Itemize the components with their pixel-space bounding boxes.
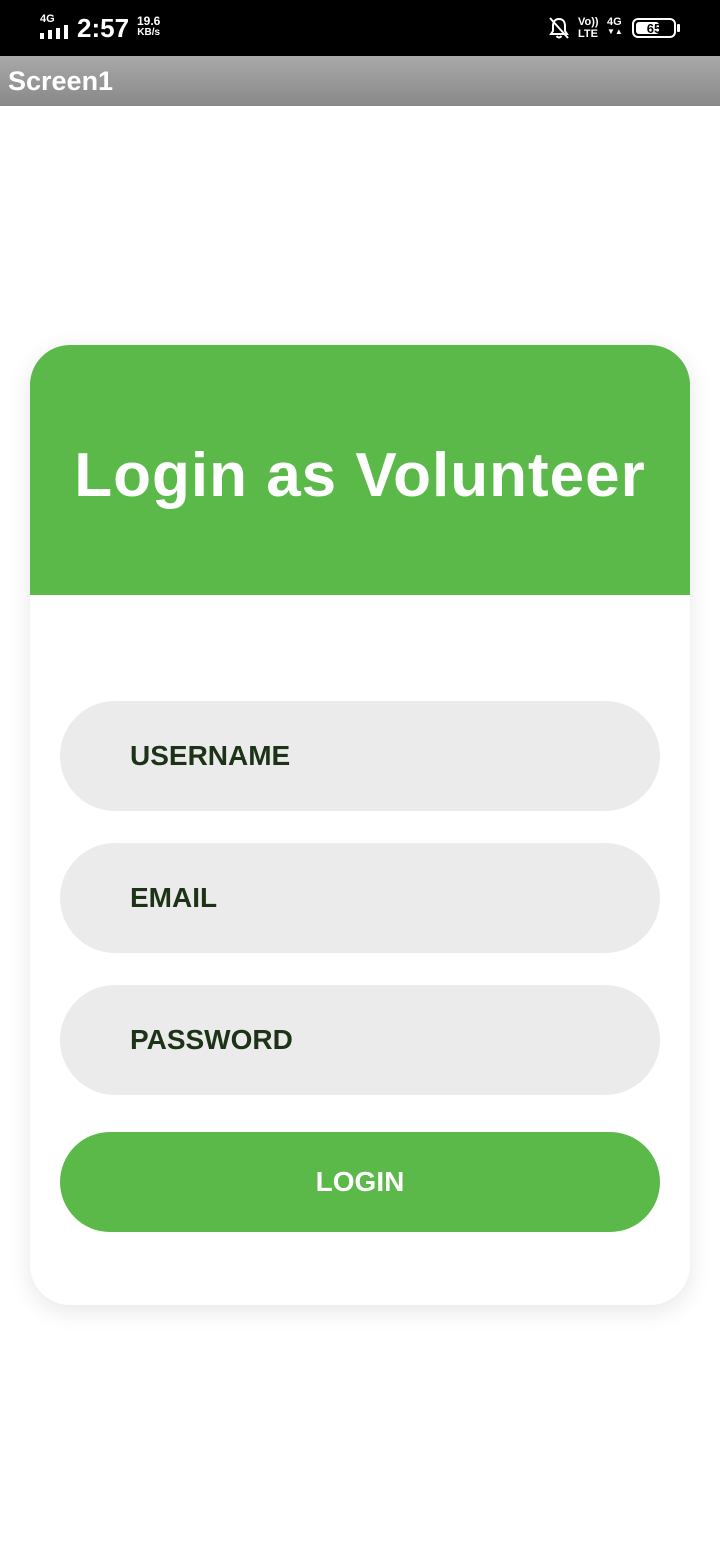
volte-label: Vo)) (578, 16, 599, 28)
battery-level: 65 (646, 20, 662, 36)
data-arrows-icon: ▼▲ (607, 27, 623, 36)
password-field[interactable] (60, 985, 660, 1095)
card-header: Login as Volunteer (30, 345, 690, 595)
login-button[interactable]: LOGIN (60, 1132, 660, 1232)
volte-indicator: Vo)) LTE (578, 16, 599, 40)
battery-tip (677, 24, 680, 32)
email-field[interactable] (60, 843, 660, 953)
screen-title: Screen1 (8, 66, 114, 96)
title-bar: Screen1 (0, 56, 720, 106)
username-field[interactable] (60, 701, 660, 811)
network-speed-value: 19.6 (137, 14, 161, 28)
lte-label: LTE (578, 28, 598, 40)
bell-off-icon (549, 17, 569, 39)
page-title: Login as Volunteer (74, 441, 646, 510)
network-speed: 19.6 KB/s (137, 15, 160, 39)
clock: 2:57 (77, 13, 130, 43)
signal-icon (40, 25, 68, 39)
network-type-right: 4G ▼▲ (607, 16, 623, 36)
battery-icon: 65 (632, 18, 676, 38)
network-speed-unit: KB/s (137, 27, 161, 38)
network-type-label: 4G (40, 13, 55, 25)
status-bar: 4G 2:57 19.6 KB/s Vo)) LTE 4G ▼▲ 65 (0, 0, 720, 56)
login-card: Login as Volunteer LOGIN (30, 345, 690, 1305)
